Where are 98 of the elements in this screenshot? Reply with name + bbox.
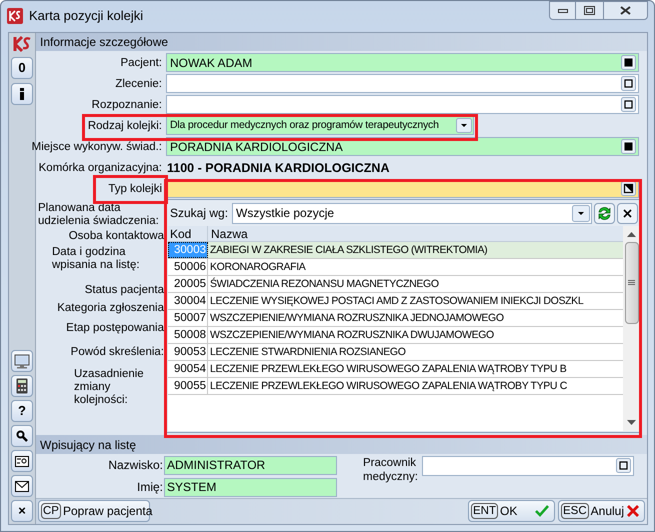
lookup-field[interactable] [166, 95, 639, 114]
surname-field[interactable]: ADMINISTRATOR [164, 456, 337, 475]
toolbar-button[interactable] [11, 475, 33, 497]
lookup-field[interactable]: PORADNIA KARDIOLOGICZNA [166, 137, 639, 156]
table-cell: 30004 [168, 293, 208, 310]
field-label: Rozpoznanie: [92, 98, 162, 112]
table-cell-text: ZABIEGI W ZAKRESIE CIAŁA SZKLISTEGO (WITREKTOMIA) [209, 243, 488, 258]
toolbar-button[interactable] [11, 83, 33, 105]
field-label: Imię: [136, 479, 164, 496]
table-cell: 90054 [168, 361, 208, 378]
app-logo-icon [7, 8, 23, 24]
section-header: Informacje szczegółowe [36, 33, 647, 52]
table-cell-text: LECZENIE STWARDNIENIA ROZSIANEGO [209, 345, 407, 360]
action-button[interactable]: CP Popraw pacjenta [38, 500, 150, 522]
table-row[interactable]: 30003 ZABIEGI W ZAKRESIE CIAŁA SZKLISTEGO (WITREKTOMIA) [168, 242, 623, 260]
table-row[interactable]: 30004 LECZENIE WYSIĘKOWEJ POSTACI AMD Z ZASTOSOWANIEM INIEKCJI DOSZKL [168, 293, 623, 310]
table-cell: 90053 [168, 344, 208, 360]
search-mode-dropdown[interactable]: Wszystkie pozycje [232, 202, 592, 224]
search-label: Szukaj wg: [170, 205, 228, 222]
toolbar-button[interactable]: × [11, 500, 33, 522]
field-label: Powód skreślenia: [70, 346, 164, 360]
field-label: Typ kolejki [108, 182, 162, 196]
field-label: Miejsce wykonyw. świad.: [32, 140, 162, 154]
first-name-field[interactable]: SYSTEM [164, 478, 337, 497]
table-row[interactable]: 50008 WSZCZEPIENIE/WYMIANA ROZRUSZNIKA DWUJAMOWEGO [168, 327, 623, 344]
field-label: Osoba kontaktowa [68, 230, 164, 244]
close-icon [620, 6, 631, 15]
table-cell-text: LECZENIE WYSIĘKOWEJ POSTACI AMD Z ZASTOSOWANIEM INIEKCJI DOSZKL [209, 294, 584, 310]
table-cell: 50007 [168, 310, 208, 326]
info-icon [19, 88, 25, 100]
queue-type-dropdown[interactable]: Dla procedur medycznych oraz programów terapeutycznych [166, 116, 474, 136]
window-title: Karta pozycji kolejki [29, 7, 144, 26]
field-label: Status pacjenta [84, 284, 164, 298]
table-row[interactable]: 90055 LECZENIE PRZEWLEKŁEGO WIRUSOWEGO ZAPALENIA WĄTROBY TYPU C [168, 378, 623, 396]
field-value: 1100 - PORADNIA KARDIOLOGICZNA [166, 160, 390, 177]
table-row[interactable]: 50006 KORONAROGRAFIA [168, 259, 623, 276]
field-label: Data i godzina wpisania na listę: [51, 246, 141, 272]
column-header[interactable]: Nazwa [208, 226, 623, 242]
table-cell-text: LECZENIE PRZEWLEKŁEGO WIRUSOWEGO ZAPALENIA WĄTROBY TYPU B [209, 362, 568, 378]
table-cell-text: LECZENIE PRZEWLEKŁEGO WIRUSOWEGO ZAPALENIA WĄTROBY TYPU C [209, 379, 568, 394]
cross-icon [627, 505, 639, 518]
table-cell: 90055 [168, 378, 208, 394]
toolbar-button[interactable] [11, 350, 33, 372]
toolbar-button[interactable]: 0 [11, 57, 33, 79]
maximize-button[interactable] [576, 1, 603, 20]
refresh-button[interactable] [594, 202, 615, 224]
maximize-icon [584, 6, 595, 15]
monitor-icon [14, 354, 30, 368]
table-row[interactable]: 90053 LECZENIE STWARDNIENIA ROZSIANEGO [168, 344, 623, 362]
field-label: Uzasadnienie zmiany kolejności: [73, 368, 145, 408]
field-label: Komórka organizacyjna: [38, 160, 162, 175]
field-label: Rodzaj kolejki: [88, 118, 162, 133]
lookup-field[interactable]: NOWAK ADAM [166, 53, 639, 72]
minimize-button[interactable] [549, 1, 576, 20]
table-cell: 20005 [168, 276, 208, 292]
scrollbar[interactable] [623, 226, 640, 432]
field-label: Zlecenie: [115, 76, 162, 91]
field-label: Pacjent: [120, 56, 162, 70]
medical-staff-field[interactable] [422, 456, 634, 476]
calculator-icon [16, 378, 28, 394]
lookup-field[interactable] [166, 74, 639, 94]
refresh-icon [597, 206, 612, 221]
logo-icon [12, 35, 32, 53]
table-cell-text: WSZCZEPIENIE/WYMIANA ROZRUSZNIKA DWUJAMOWEGO [209, 328, 495, 344]
minimize-icon [558, 8, 568, 12]
scroll-thumb[interactable] [624, 242, 638, 324]
table-cell: 50006 [168, 259, 208, 276]
scroll-up-icon [627, 232, 636, 238]
checkmark-icon [535, 505, 549, 518]
table-cell: 50008 [168, 327, 208, 344]
clear-button[interactable] [617, 202, 638, 224]
field-label: Etap postępowania [65, 322, 164, 336]
close-icon [623, 208, 632, 218]
close-button[interactable] [603, 1, 648, 20]
table-row[interactable]: 20005 ŚWIADCZENIA REZONANSU MAGNETYCZNEGO [168, 276, 623, 294]
table-row[interactable]: 90054 LECZENIE PRZEWLEKŁEGO WIRUSOWEGO ZAPALENIA WĄTROBY TYPU B [168, 361, 623, 378]
id-card-icon [15, 456, 29, 466]
action-button[interactable]: ENT OK [468, 500, 555, 522]
table-cell: 30003 [168, 242, 208, 258]
table-cell-text: ŚWIADCZENIA REZONANSU MAGNETYCZNEGO [209, 276, 440, 292]
search-icon [16, 430, 28, 442]
grip-icon [628, 280, 635, 286]
scroll-down-icon [627, 420, 636, 426]
field-label: Planowana data udzielenia świadczenia: [38, 202, 160, 228]
field-label: Pracownik medyczny: [363, 456, 419, 485]
column-header[interactable]: Kod [168, 226, 208, 242]
toolbar-button[interactable] [11, 375, 33, 397]
table-row[interactable]: 50007 WSZCZEPIENIE/WYMIANA ROZRUSZNIKA JEDNOJAMOWEGO [168, 310, 623, 328]
field-label: Kategoria zgłoszenia [56, 302, 164, 316]
action-button[interactable]: ESC Anuluj [558, 500, 645, 522]
field-label: Nazwisko: [107, 457, 164, 474]
table-cell-text: WSZCZEPIENIE/WYMIANA ROZRUSZNIKA JEDNOJAMOWEGO [209, 311, 505, 326]
toolbar-button[interactable]: ? [11, 400, 33, 422]
envelope-icon [15, 480, 29, 492]
toolbar-button[interactable] [11, 450, 33, 472]
lookup-button-icon [616, 458, 631, 474]
toolbar-button[interactable] [11, 425, 33, 447]
table-cell-text: KORONAROGRAFIA [209, 260, 307, 276]
